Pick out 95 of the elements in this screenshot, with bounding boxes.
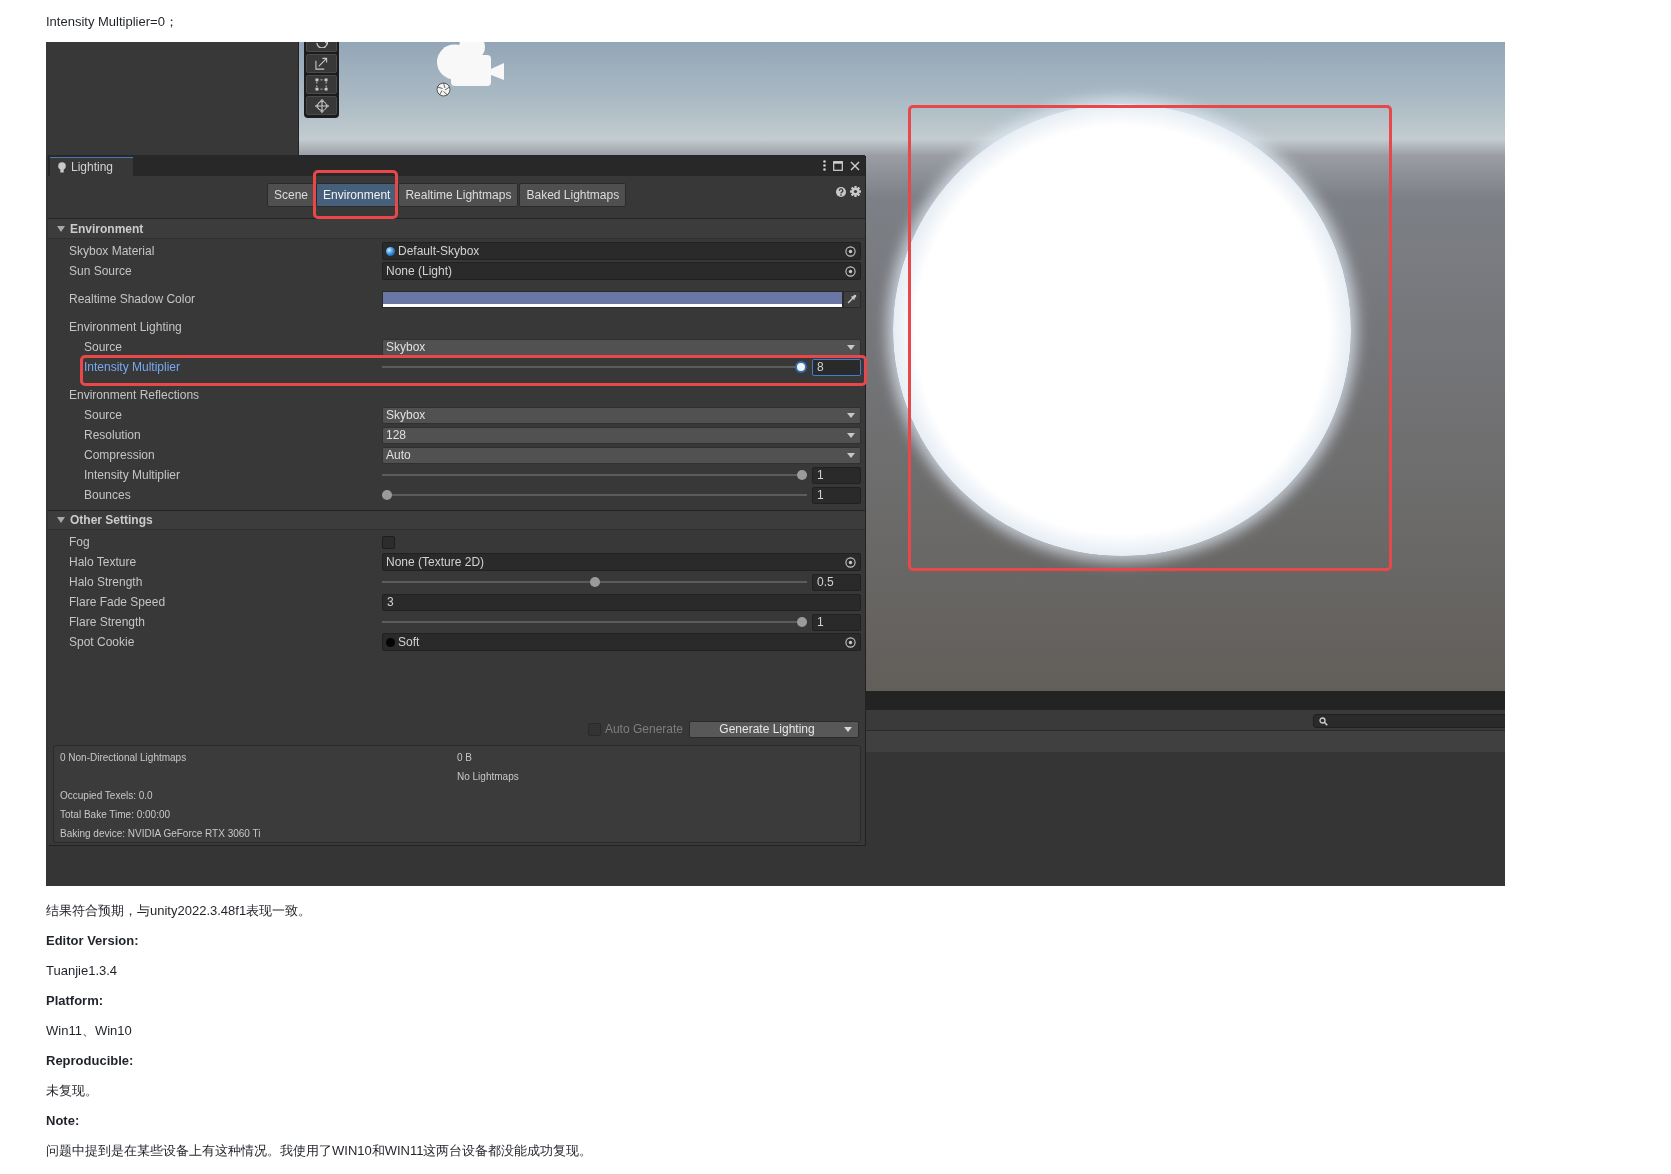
field-label: Sun Source bbox=[69, 263, 133, 279]
search-field[interactable] bbox=[1313, 714, 1505, 728]
number-field[interactable]: 3 bbox=[382, 593, 861, 611]
tool-button[interactable] bbox=[306, 96, 337, 115]
field-label: Spot Cookie bbox=[69, 634, 136, 650]
slider-thumb[interactable] bbox=[589, 577, 600, 587]
field-label: Compression bbox=[84, 447, 156, 463]
caret-icon bbox=[847, 344, 855, 350]
object-field[interactable]: Default-Skybox bbox=[382, 242, 861, 260]
curved-arrow-icon bbox=[315, 42, 328, 48]
info-text: Total Bake Time: 0:00:00 bbox=[60, 808, 171, 821]
info-text: Occupied Texels: 0.0 bbox=[60, 789, 153, 802]
info-text: 0 B bbox=[457, 751, 472, 764]
sphere-icon bbox=[386, 246, 395, 256]
number-field[interactable]: 1 bbox=[812, 486, 861, 504]
lightbulb-icon bbox=[58, 161, 66, 173]
caret-icon bbox=[847, 412, 855, 418]
slider-thumb[interactable] bbox=[382, 490, 392, 500]
number-field[interactable]: 8 bbox=[812, 358, 861, 376]
paragraph-text: Tuanjie1.3.4 bbox=[46, 962, 118, 980]
field-label: Fog bbox=[69, 534, 91, 550]
field-label: Realtime Shadow Color bbox=[69, 291, 197, 307]
generate-button[interactable]: Generate Lighting bbox=[689, 720, 859, 738]
field-label: Environment Reflections bbox=[69, 387, 201, 403]
section-heading: Editor Version: bbox=[46, 932, 139, 950]
tab[interactable]: Realtime Lightmaps bbox=[398, 183, 519, 207]
intro-text: Intensity Multiplier=0； bbox=[46, 13, 178, 31]
dashed-square-icon bbox=[315, 78, 328, 91]
target-icon[interactable] bbox=[845, 556, 856, 568]
field-label: Bounces bbox=[84, 487, 132, 503]
tab[interactable]: Scene bbox=[267, 183, 316, 207]
number-field[interactable]: 1 bbox=[812, 466, 861, 484]
camera-icon bbox=[437, 42, 504, 86]
settings-icon[interactable] bbox=[850, 186, 861, 197]
dropdown[interactable]: 128 bbox=[382, 426, 861, 444]
dot-icon bbox=[386, 637, 395, 647]
object-field[interactable]: None (Texture 2D) bbox=[382, 553, 861, 571]
field-label: Source bbox=[84, 407, 124, 423]
section-header[interactable]: Other Settings bbox=[48, 510, 865, 530]
slider-thumb[interactable] bbox=[797, 617, 807, 627]
dropdown[interactable]: Skybox bbox=[382, 406, 861, 424]
close-icon[interactable] bbox=[850, 160, 860, 171]
field-label: Resolution bbox=[84, 427, 142, 443]
section-heading: Note: bbox=[46, 1112, 80, 1130]
field-label: Intensity Multiplier bbox=[84, 359, 182, 375]
paragraph-text: Win11、Win10 bbox=[46, 1022, 132, 1040]
paragraph-text: 结果符合预期，与unity2022.3.48f1表现一致。 bbox=[46, 902, 312, 920]
object-field[interactable]: None (Light) bbox=[382, 262, 861, 280]
eyedropper-button[interactable] bbox=[843, 290, 861, 308]
number-field[interactable]: 0.5 bbox=[812, 573, 861, 591]
paragraph-text: 未复现。 bbox=[46, 1082, 98, 1100]
info-text: Baking device: NVIDIA GeForce RTX 3060 Ti bbox=[60, 827, 261, 840]
checkbox-label: Auto Generate bbox=[604, 722, 683, 736]
tool-button[interactable] bbox=[306, 75, 337, 94]
slider-thumb[interactable] bbox=[797, 470, 807, 480]
caret-icon bbox=[847, 452, 855, 458]
caret-icon bbox=[844, 726, 852, 732]
section-header[interactable]: Environment bbox=[48, 219, 865, 239]
target-icon[interactable] bbox=[845, 636, 856, 648]
field-label: Halo Texture bbox=[69, 554, 138, 570]
tool-button[interactable] bbox=[306, 54, 337, 73]
tool-button[interactable] bbox=[306, 42, 337, 52]
info-text: 0 Non-Directional Lightmaps bbox=[60, 751, 187, 764]
search-icon bbox=[1319, 716, 1328, 726]
scale-icon bbox=[315, 57, 328, 70]
field-label: Source bbox=[84, 339, 124, 355]
field-label: Skybox Material bbox=[69, 243, 156, 259]
help-icon[interactable] bbox=[836, 186, 846, 197]
object-field[interactable]: Soft bbox=[382, 633, 861, 651]
menu-icon[interactable] bbox=[823, 160, 826, 171]
field-label: Environment Lighting bbox=[69, 319, 183, 335]
section-heading: Reproducible: bbox=[46, 1052, 134, 1070]
color-field[interactable] bbox=[382, 290, 843, 308]
info-text: No Lightmaps bbox=[457, 770, 519, 783]
target-icon[interactable] bbox=[845, 245, 856, 257]
tab[interactable]: Baked Lightmaps bbox=[519, 183, 627, 207]
eyedropper-icon bbox=[847, 294, 857, 304]
window-tab[interactable]: Lighting bbox=[50, 157, 133, 176]
target-icon[interactable] bbox=[845, 265, 856, 277]
maximize-icon[interactable] bbox=[833, 160, 843, 171]
number-field[interactable]: 1 bbox=[812, 613, 861, 631]
tab[interactable]: Environment bbox=[316, 183, 398, 207]
field-label: Flare Fade Speed bbox=[69, 594, 167, 610]
field-label: Intensity Multiplier bbox=[84, 467, 182, 483]
section-heading: Platform: bbox=[46, 992, 104, 1010]
dropdown[interactable]: Skybox bbox=[382, 338, 861, 356]
crosshair-icon bbox=[314, 98, 329, 113]
paragraph-text: 问题中提到是在某些设备上有这种情况。我使用了WIN10和WIN11这两台设备都没能成功复现。 bbox=[46, 1142, 593, 1160]
caret-icon bbox=[847, 432, 855, 438]
checkbox[interactable] bbox=[382, 535, 395, 549]
field-label: Flare Strength bbox=[69, 614, 147, 630]
slider-thumb[interactable] bbox=[795, 361, 807, 373]
dropdown[interactable]: Auto bbox=[382, 446, 861, 464]
field-label: Halo Strength bbox=[69, 574, 144, 590]
aperture-icon bbox=[436, 82, 451, 97]
